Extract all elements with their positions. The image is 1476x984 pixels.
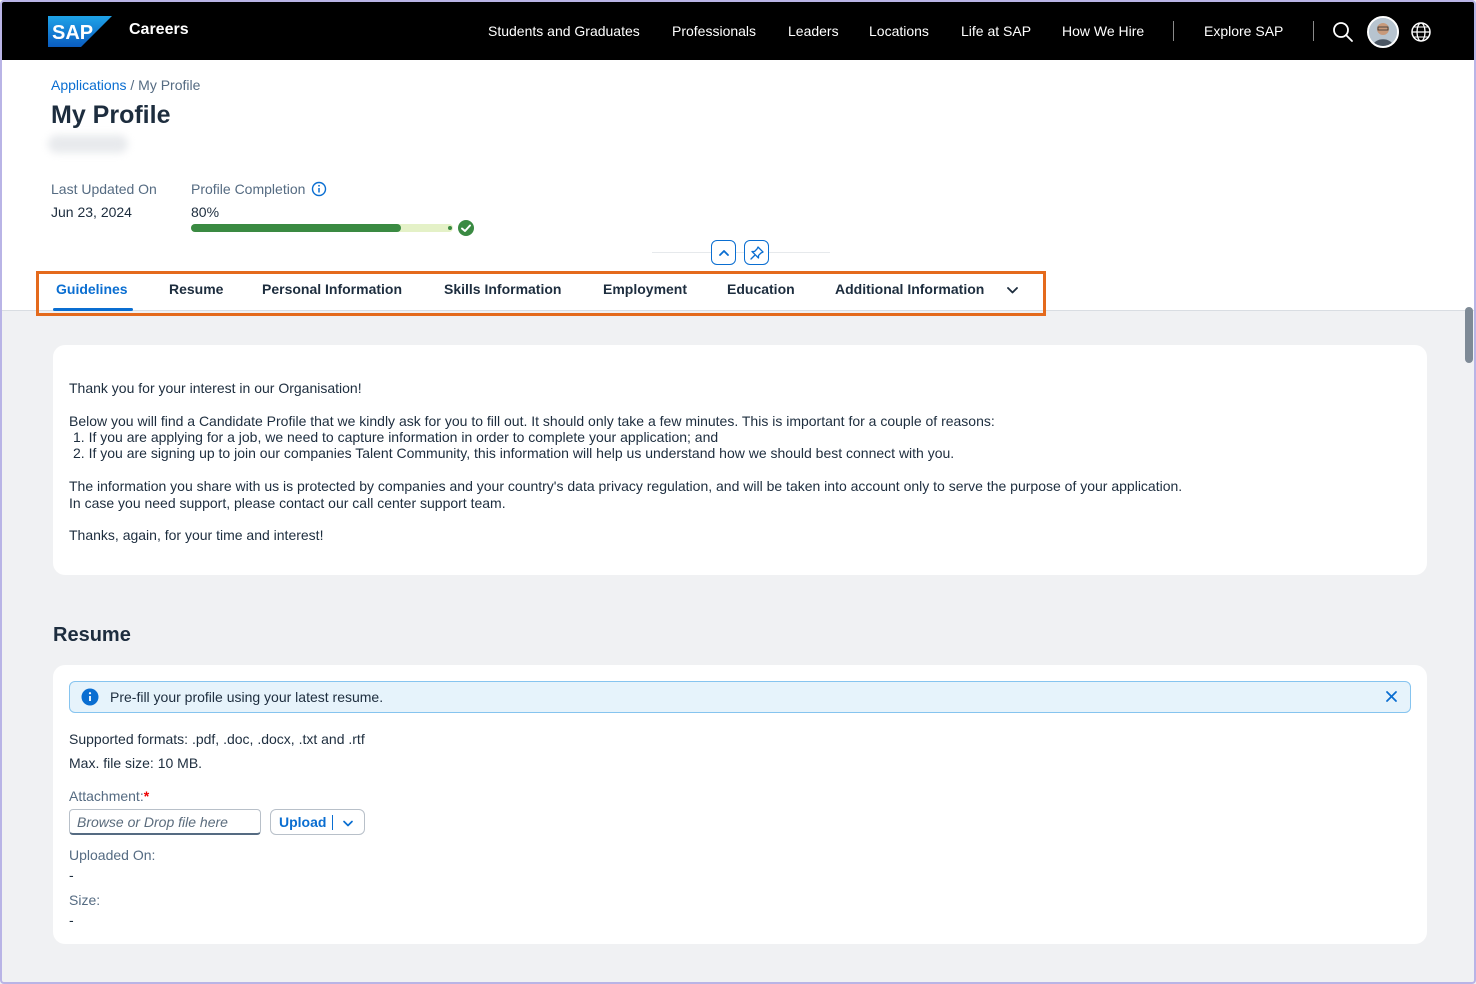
nav-how-we-hire[interactable]: How We Hire — [1062, 23, 1144, 39]
guidelines-paragraph: Below you will find a Candidate Profile … — [69, 413, 995, 429]
top-navigation-bar: SAP Careers Students and Graduates Profe… — [2, 2, 1474, 60]
svg-text:SAP: SAP — [52, 22, 93, 44]
chevron-down-icon[interactable] — [342, 817, 354, 835]
upload-button-label[interactable]: Upload — [279, 814, 326, 830]
breadcrumb: Applications / My Profile — [51, 77, 200, 93]
nav-divider — [1173, 21, 1174, 41]
file-browse-input[interactable] — [69, 809, 261, 835]
info-icon — [81, 688, 99, 711]
info-icon[interactable] — [311, 181, 327, 202]
guidelines-list-item: 1. If you are applying for a job, we nee… — [73, 429, 719, 445]
uploaded-on-value: - — [69, 867, 74, 883]
guidelines-paragraph: In case you need support, please contact… — [69, 495, 506, 511]
breadcrumb-separator: / — [130, 77, 135, 93]
resume-card: Pre-fill your profile using your latest … — [53, 665, 1427, 944]
max-file-size: Max. file size: 10 MB. — [69, 755, 203, 771]
pin-icon — [749, 245, 764, 260]
sap-logo[interactable]: SAP — [48, 16, 112, 47]
guidelines-paragraph: The information you share with us is pro… — [69, 478, 1183, 494]
last-updated-value: Jun 23, 2024 — [51, 204, 132, 220]
tab-skills-information[interactable]: Skills Information — [444, 281, 561, 297]
info-message-strip: Pre-fill your profile using your latest … — [69, 681, 1411, 713]
collapse-header-button[interactable] — [711, 240, 736, 265]
chevron-up-icon — [718, 249, 729, 256]
guidelines-intro: Thank you for your interest in our Organ… — [69, 380, 362, 396]
vertical-scrollbar[interactable] — [1465, 307, 1473, 363]
page-title: My Profile — [51, 101, 171, 129]
globe-icon[interactable] — [1410, 21, 1432, 48]
attachment-label: Attachment:* — [69, 788, 150, 804]
nav-explore-sap[interactable]: Explore SAP — [1204, 23, 1283, 39]
size-label: Size: — [69, 892, 101, 908]
header-divider — [652, 252, 830, 253]
tab-additional-information[interactable]: Additional Information — [835, 281, 984, 297]
nav-locations[interactable]: Locations — [869, 23, 929, 39]
search-icon[interactable] — [1332, 21, 1354, 48]
resume-section-title: Resume — [53, 624, 131, 646]
uploaded-on-label: Uploaded On: — [69, 847, 156, 863]
tab-education[interactable]: Education — [727, 281, 795, 297]
active-tab-indicator — [53, 308, 133, 311]
tab-personal-information[interactable]: Personal Information — [262, 281, 402, 297]
chevron-down-icon[interactable] — [1006, 284, 1019, 302]
brand-careers[interactable]: Careers — [129, 21, 189, 39]
tab-guidelines[interactable]: Guidelines — [56, 281, 128, 297]
guidelines-closing: Thanks, again, for your time and interes… — [69, 527, 324, 543]
avatar[interactable] — [1367, 16, 1399, 48]
profile-completion-progress — [191, 224, 453, 232]
pin-header-button[interactable] — [744, 240, 769, 265]
guidelines-list-item: 2. If you are signing up to join our com… — [73, 445, 955, 461]
upload-button-divider — [332, 815, 333, 830]
close-icon[interactable] — [1385, 690, 1398, 708]
guidelines-card: Thank you for your interest in our Organ… — [53, 345, 1427, 575]
breadcrumb-current: My Profile — [138, 77, 201, 93]
tab-resume[interactable]: Resume — [169, 281, 223, 297]
upload-split-button[interactable]: Upload — [270, 809, 365, 835]
nav-leaders[interactable]: Leaders — [788, 23, 839, 39]
tab-employment[interactable]: Employment — [603, 281, 687, 297]
nav-divider — [1313, 21, 1314, 41]
profile-completion-value: 80% — [191, 204, 220, 220]
nav-professionals[interactable]: Professionals — [672, 23, 756, 39]
app-window: SAP Careers Students and Graduates Profe… — [0, 0, 1476, 984]
nav-students-and-graduates[interactable]: Students and Graduates — [488, 23, 640, 39]
nav-life-at-sap[interactable]: Life at SAP — [961, 23, 1031, 39]
progress-fill — [191, 224, 401, 232]
progress-end-dot — [448, 226, 452, 230]
required-indicator: * — [143, 788, 150, 804]
info-strip-text: Pre-fill your profile using your latest … — [110, 689, 384, 705]
size-value: - — [69, 912, 74, 928]
breadcrumb-applications-link[interactable]: Applications — [51, 77, 127, 93]
check-circle-icon — [457, 219, 475, 242]
profile-completion-label: Profile Completion — [191, 181, 306, 197]
blurred-subtitle — [48, 135, 128, 153]
last-updated-label: Last Updated On — [51, 181, 157, 197]
supported-formats: Supported formats: .pdf, .doc, .docx, .t… — [69, 731, 365, 747]
